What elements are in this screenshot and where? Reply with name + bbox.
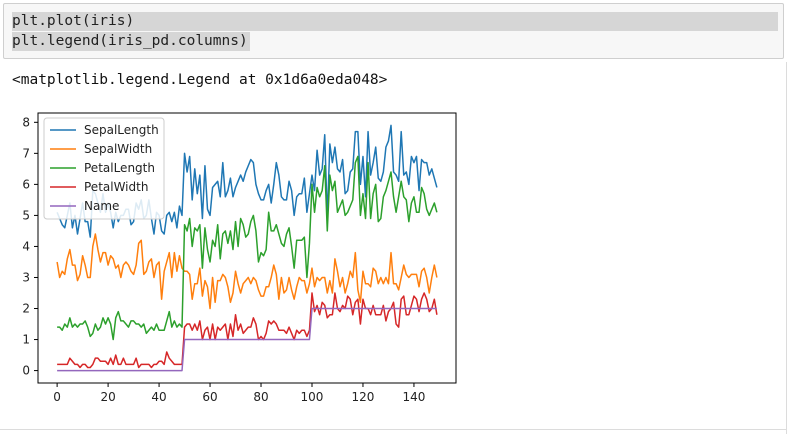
y-tick-label: 4 (22, 239, 30, 253)
output-text: <matplotlib.legend.Legend at 0x1d6a0eda0… (12, 72, 388, 88)
x-tick-label: 140 (402, 390, 425, 404)
legend-label-sepallength: SepalLength (84, 123, 159, 137)
x-tick-label: 80 (253, 390, 268, 404)
y-tick-label: 2 (22, 302, 30, 316)
code-line-1[interactable]: plt.plot(iris) (12, 12, 778, 31)
x-tick-label: 0 (53, 390, 61, 404)
y-tick-label: 7 (22, 146, 30, 160)
y-tick-label: 5 (22, 208, 30, 222)
legend-label-sepalwidth: SepalWidth (84, 142, 152, 156)
y-tick-label: 1 (22, 333, 30, 347)
x-tick-label: 40 (151, 390, 166, 404)
series-line-sepalwidth (56, 233, 438, 310)
legend-label-name: Name (84, 199, 119, 213)
x-tick-label: 120 (352, 390, 375, 404)
legend-label-petalwidth: PetalWidth (84, 180, 148, 194)
y-tick-label: 8 (22, 115, 30, 129)
line-chart: 0 20 40 60 80 100 120 140012345678 SepalLengthS… (22, 112, 457, 404)
legend-label-petallength: PetalLength (84, 161, 155, 175)
y-tick-label: 3 (22, 270, 30, 284)
y-tick-label: 0 (22, 364, 30, 378)
x-tick-label: 60 (202, 390, 217, 404)
cell-bottom-border (0, 429, 787, 430)
code-cell[interactable]: plt.plot(iris) plt.legend(iris_pd.column… (3, 3, 784, 59)
cell-right-border (786, 62, 787, 434)
y-tick-label: 6 (22, 177, 30, 191)
x-tick-label: 20 (100, 390, 115, 404)
legend: SepalLength SepalWidth PetalLength PetalWid… (43, 117, 165, 220)
x-tick-label: 100 (301, 390, 324, 404)
code-line-2[interactable]: plt.legend(iris_pd.columns) (12, 32, 250, 51)
